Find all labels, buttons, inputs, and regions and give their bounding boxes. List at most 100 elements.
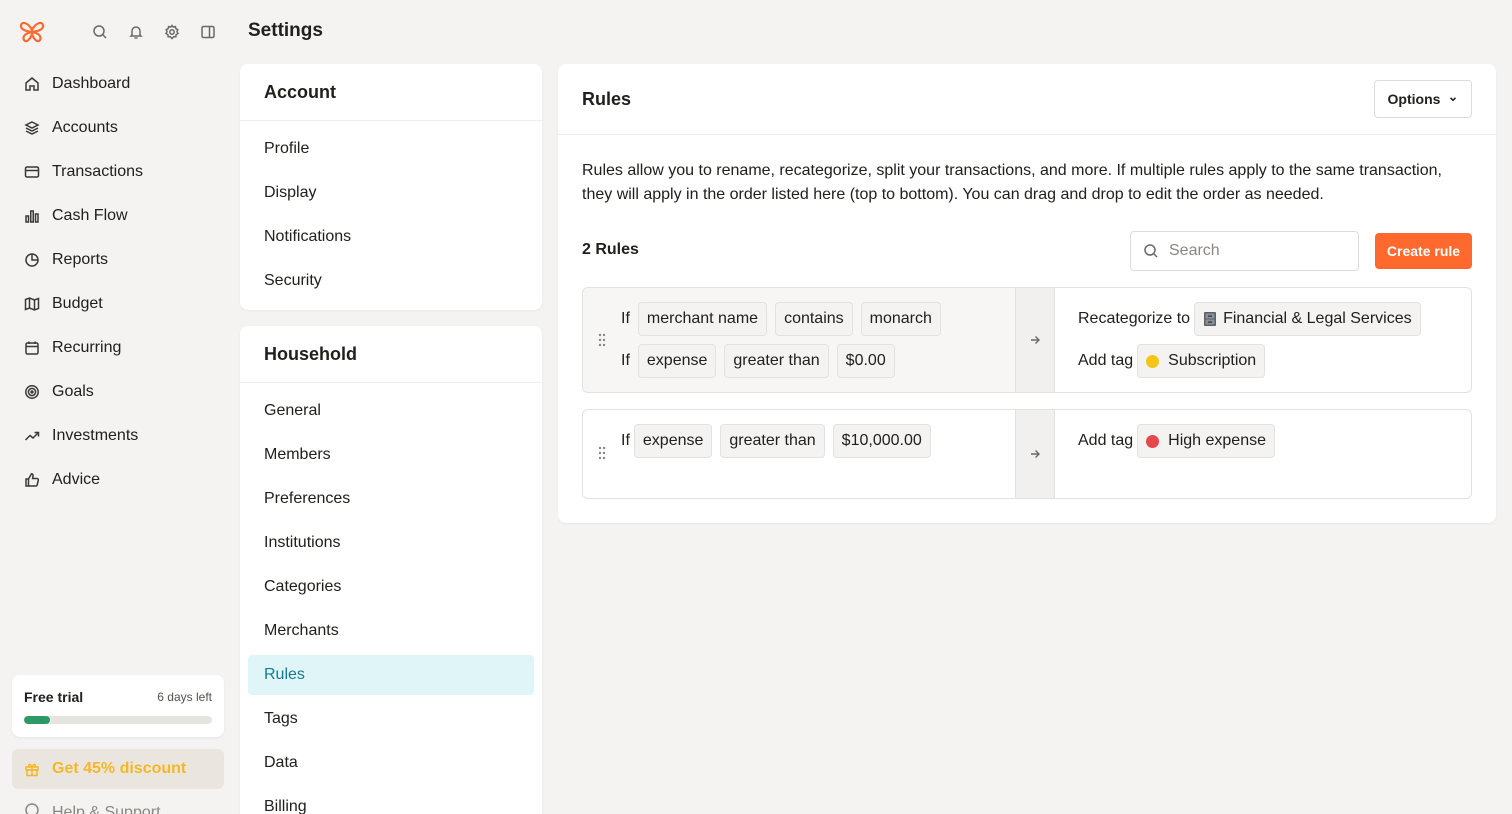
household-settings-menu: Household General Members Preferences In… [240,326,542,814]
household-section-title: Household [240,326,542,383]
nav-cash-flow[interactable]: Cash Flow [12,194,224,238]
nav-accounts[interactable]: Accounts [12,106,224,150]
menu-item-data[interactable]: Data [240,741,542,785]
category-name: Financial & Legal Services [1223,310,1412,327]
nav-label: Goals [52,383,94,400]
rules-search[interactable] [1130,231,1359,271]
menu-item-profile[interactable]: Profile [240,127,542,171]
drag-handle-icon[interactable] [596,445,608,461]
nav-investments[interactable]: Investments [12,414,224,458]
menu-item-categories[interactable]: Categories [240,565,542,609]
rules-panel: Rules Options Rules allow you to rename,… [558,64,1496,523]
action-label: Add tag [1078,352,1134,369]
nav-label: Budget [52,295,103,312]
menu-item-merchants[interactable]: Merchants [240,609,542,653]
condition-value[interactable]: monarch [860,302,941,336]
discount-label: Get 45% discount [52,760,187,777]
nav-label: Accounts [52,119,118,136]
if-label: If [621,352,630,369]
bell-icon[interactable] [124,20,148,44]
action-row: Add tag High expense [1078,424,1283,458]
tag-name: Subscription [1168,352,1257,369]
action-row: Add tag Subscription [1078,344,1273,378]
menu-item-notifications[interactable]: Notifications [240,215,542,259]
nav-advice[interactable]: Advice [12,458,224,502]
menu-item-security[interactable]: Security [240,259,542,303]
rule-row[interactable]: If merchant name contains monarch If exp… [582,287,1472,393]
condition-operator[interactable]: contains [775,302,853,336]
target-icon [24,384,40,400]
discount-button[interactable]: Get 45% discount [12,749,224,789]
gear-icon[interactable] [160,20,184,44]
rule-actions: Recategorize to Financial & Legal Servic… [1055,288,1471,392]
free-trial-card[interactable]: Free trial 6 days left [12,675,224,737]
menu-item-members[interactable]: Members [240,433,542,477]
rule-row[interactable]: If expense greater than $10,000.00 Add t… [582,409,1472,499]
trending-up-icon [24,428,40,444]
search-icon[interactable] [88,20,112,44]
trial-progress-fill [24,716,51,724]
trial-progress-bar [24,716,212,724]
menu-item-general[interactable]: General [240,389,542,433]
condition-field[interactable]: expense [637,344,717,378]
condition-operator[interactable]: greater than [724,344,829,378]
nav-reports[interactable]: Reports [12,238,224,282]
condition-field[interactable]: merchant name [637,302,768,336]
condition-row: If merchant name contains monarch [621,302,949,336]
menu-item-display[interactable]: Display [240,171,542,215]
condition-value[interactable]: $10,000.00 [832,424,931,458]
arrow-right-icon [1015,288,1055,392]
sidebar-toggle-icon[interactable] [196,20,220,44]
nav-label: Advice [52,471,101,488]
logo-icon[interactable] [16,16,48,48]
sidebar: Dashboard Accounts Transactions Cash Flo… [0,0,236,814]
condition-field[interactable]: expense [633,424,713,458]
menu-item-tags[interactable]: Tags [240,697,542,741]
help-support-link[interactable]: Help & Support [24,802,161,814]
tag-chip[interactable]: High expense [1137,424,1275,458]
thumbs-up-icon [24,472,40,488]
condition-row: If expense greater than $0.00 [621,344,903,378]
search-icon [1143,243,1159,259]
drag-handle-icon[interactable] [596,332,608,348]
menu-item-preferences[interactable]: Preferences [240,477,542,521]
category-chip[interactable]: Financial & Legal Services [1194,302,1421,336]
nav-dashboard[interactable]: Dashboard [12,62,224,106]
create-rule-button[interactable]: Create rule [1375,233,1472,269]
nav-goals[interactable]: Goals [12,370,224,414]
nav-label: Reports [52,251,109,268]
nav-budget[interactable]: Budget [12,282,224,326]
nav-label: Cash Flow [52,207,128,224]
page-title: Settings [248,20,323,41]
options-button[interactable]: Options [1374,80,1472,118]
nav-label: Investments [52,427,139,444]
trial-days-left: 6 days left [157,690,212,704]
nav-transactions[interactable]: Transactions [12,150,224,194]
if-label: If [621,310,630,327]
home-icon [24,76,40,92]
nav-label: Transactions [52,163,143,180]
tag-name: High expense [1168,432,1266,449]
calendar-icon [24,340,40,356]
chevron-down-icon [1448,94,1458,104]
condition-operator[interactable]: greater than [720,424,825,458]
condition-value[interactable]: $0.00 [836,344,895,378]
search-input[interactable] [1169,242,1349,260]
rules-description: Rules allow you to rename, recategorize,… [582,162,1442,203]
menu-item-rules[interactable]: Rules [248,655,534,695]
gift-icon [24,761,40,777]
credit-card-icon [24,164,40,180]
options-label: Options [1387,91,1441,107]
account-section-title: Account [240,64,542,121]
action-label: Add tag [1078,432,1134,449]
menu-item-billing[interactable]: Billing [240,785,542,814]
action-row: Recategorize to Financial & Legal Servic… [1078,302,1429,336]
tag-chip[interactable]: Subscription [1137,344,1266,378]
file-cabinet-icon [1203,311,1217,327]
top-bar [16,16,220,48]
menu-item-institutions[interactable]: Institutions [240,521,542,565]
help-icon [24,802,40,814]
trial-title: Free trial [24,689,84,705]
help-label: Help & Support [52,803,161,814]
nav-recurring[interactable]: Recurring [12,326,224,370]
